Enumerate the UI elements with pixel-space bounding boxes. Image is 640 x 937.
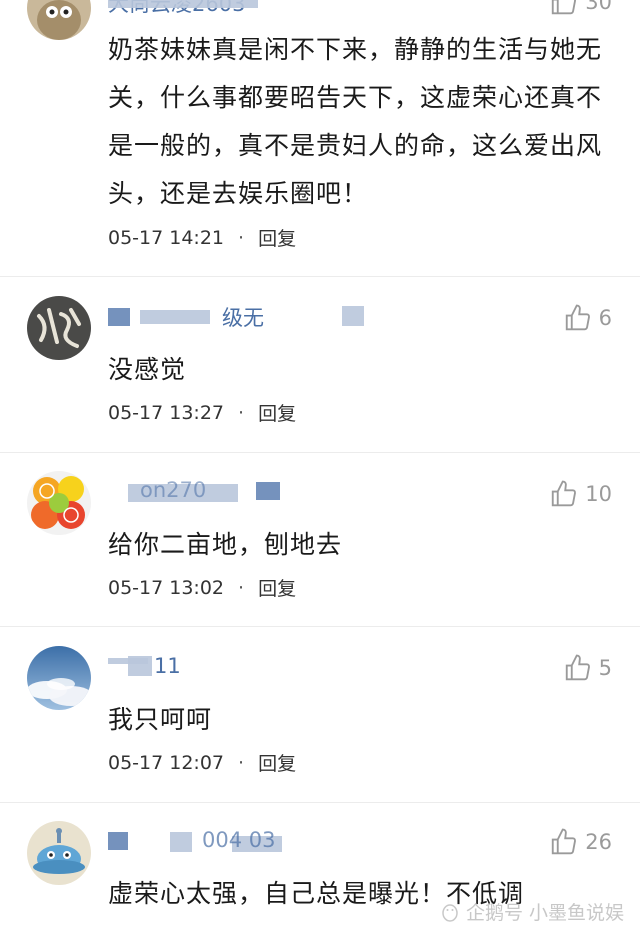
comment-meta: 05-17 14:21 · 回复 <box>108 224 296 251</box>
username-mask <box>342 306 364 326</box>
separator: · <box>238 401 245 424</box>
username-mask <box>256 482 280 500</box>
separator: · <box>238 226 245 249</box>
reply-button[interactable]: 回复 <box>258 399 296 426</box>
thumbs-up-icon <box>565 654 590 681</box>
watermark-text: 企鹅号 小墨鱼说娱 <box>465 902 624 924</box>
username-mask <box>170 832 192 852</box>
username-mask <box>140 310 210 324</box>
like-button[interactable]: 6 <box>563 302 612 334</box>
like-count: 30 <box>585 0 612 14</box>
username-mask <box>108 308 130 326</box>
reply-button[interactable]: 回复 <box>258 749 296 776</box>
username[interactable]: on270 <box>140 478 206 502</box>
like-button[interactable]: 10 <box>549 478 612 510</box>
thumbs-up-icon <box>552 0 577 15</box>
divider <box>0 276 640 277</box>
username-mask <box>128 656 152 676</box>
timestamp: 05-17 12:07 <box>108 751 225 774</box>
watermark: 企鹅号 小墨鱼说娱 <box>440 898 624 925</box>
like-count: 5 <box>598 656 612 680</box>
comment-text: 给你二亩地，刨地去 <box>108 530 343 559</box>
comment-meta: 05-17 13:02 · 回复 <box>108 574 296 601</box>
like-count: 26 <box>585 830 612 854</box>
like-button[interactable]: 30 <box>549 0 612 18</box>
comment-meta: 05-17 12:07 · 回复 <box>108 749 296 776</box>
thumbs-up-icon <box>565 304 590 331</box>
username-mask <box>108 832 128 850</box>
penguin-icon <box>442 903 458 922</box>
comment-meta: 05-17 13:27 · 回复 <box>108 399 296 426</box>
username-mask <box>108 0 258 8</box>
timestamp: 05-17 14:21 <box>108 226 225 249</box>
thumbs-up-icon <box>552 480 577 507</box>
like-button[interactable]: 5 <box>563 652 612 684</box>
comment-text: 我只呵呵 <box>108 705 213 734</box>
separator: · <box>238 576 245 599</box>
timestamp: 05-17 13:27 <box>108 401 225 424</box>
avatar[interactable] <box>27 471 91 535</box>
username[interactable]: 004 03 <box>202 828 275 852</box>
username[interactable]: 级无 <box>222 302 264 332</box>
avatar[interactable] <box>27 646 91 710</box>
avatar[interactable] <box>27 0 91 40</box>
divider <box>0 626 640 627</box>
comment-text: 奶茶妹妹真是闲不下来，静静的生活与她无关，什么事都要昭告天下，这虚荣心还真不是一… <box>108 35 603 208</box>
reply-button[interactable]: 回复 <box>258 574 296 601</box>
divider <box>0 802 640 803</box>
like-count: 10 <box>585 482 612 506</box>
thumbs-up-icon <box>552 828 577 855</box>
avatar[interactable] <box>27 821 91 885</box>
avatar[interactable] <box>27 296 91 360</box>
like-button[interactable]: 26 <box>549 826 612 858</box>
divider <box>0 452 640 453</box>
reply-button[interactable]: 回复 <box>258 224 296 251</box>
timestamp: 05-17 13:02 <box>108 576 225 599</box>
like-count: 6 <box>598 306 612 330</box>
comment-text: 没感觉 <box>108 355 187 384</box>
username[interactable]: 11 <box>154 654 181 678</box>
separator: · <box>238 751 245 774</box>
